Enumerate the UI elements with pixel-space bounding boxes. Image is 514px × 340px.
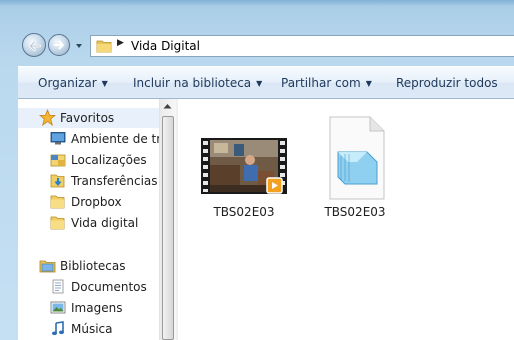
nav-libraries[interactable]: Bibliotecas <box>18 256 159 276</box>
nav-item-label: Ambiente de trab <box>71 132 159 146</box>
scroll-thumb[interactable] <box>162 116 174 340</box>
arrow-left-icon <box>29 40 42 52</box>
explorer-window: ▶ Vida Digital Organizar ▼ Incluir na bib… <box>0 0 514 340</box>
notepad-file-icon <box>329 116 385 200</box>
nav-item-music[interactable]: Música <box>18 319 159 339</box>
music-note-icon <box>52 321 64 336</box>
video-thumbnail-icon <box>201 138 287 194</box>
navigation-pane: Favoritos Ambiente de trab Localizações <box>18 99 159 340</box>
breadcrumb-separator-icon[interactable]: ▶ <box>117 38 124 48</box>
back-button[interactable] <box>22 33 46 57</box>
nav-item-vida-digital[interactable]: Vida digital <box>18 213 159 233</box>
library-icon <box>39 260 56 273</box>
nav-favorites-label: Favoritos <box>60 111 115 125</box>
share-with-label: Partilhar com <box>281 76 361 90</box>
nav-item-documents[interactable]: Documentos <box>18 277 159 297</box>
include-in-library-label: Incluir na biblioteca <box>133 76 252 90</box>
file-item-text[interactable]: TBS02E03 <box>305 109 405 219</box>
nav-favorites[interactable]: Favoritos <box>18 108 159 128</box>
nav-item-label: Música <box>71 322 113 336</box>
nav-item-desktop[interactable]: Ambiente de trab <box>18 129 159 149</box>
nav-item-pictures[interactable]: Imagens <box>18 298 159 318</box>
nav-item-locations[interactable]: Localizações <box>18 150 159 170</box>
nav-item-label: Vida digital <box>71 216 139 230</box>
arrow-right-icon <box>53 40 64 50</box>
organize-label: Organizar <box>38 76 97 90</box>
nav-libraries-label: Bibliotecas <box>60 259 126 273</box>
nav-item-label: Transferências <box>71 174 158 188</box>
play-all-button[interactable]: Reproduzir todos <box>396 76 498 90</box>
scroll-up-arrow-icon[interactable] <box>163 103 172 109</box>
share-with-button[interactable]: Partilhar com ▼ <box>281 76 372 90</box>
title-bar <box>0 0 514 6</box>
include-in-library-button[interactable]: Incluir na biblioteca ▼ <box>133 76 262 90</box>
folder-icon <box>96 40 112 53</box>
nav-item-downloads[interactable]: Transferências <box>18 171 159 191</box>
folder-icon <box>50 216 65 230</box>
chevron-down-icon: ▼ <box>101 79 108 88</box>
folder-icon <box>50 195 65 209</box>
organize-button[interactable]: Organizar ▼ <box>38 76 108 90</box>
downloads-folder-icon <box>50 174 65 188</box>
address-bar[interactable]: ▶ Vida Digital <box>90 35 514 57</box>
documents-icon <box>52 279 64 294</box>
recent-places-icon <box>50 154 66 167</box>
nav-item-label: Documentos <box>71 280 147 294</box>
chevron-down-icon: ▼ <box>256 79 263 88</box>
chevron-down-icon: ▼ <box>365 79 372 88</box>
nav-item-dropbox[interactable]: Dropbox <box>18 192 159 212</box>
nav-item-label: Imagens <box>71 301 123 315</box>
nav-item-label: Dropbox <box>71 195 122 209</box>
command-bar: Organizar ▼ Incluir na biblioteca ▼ Partil… <box>18 66 514 99</box>
pictures-icon <box>50 301 66 314</box>
file-name: TBS02E03 <box>324 205 386 219</box>
play-all-label: Reproduzir todos <box>396 76 498 90</box>
nav-pane-scrollbar[interactable] <box>159 99 176 340</box>
file-item-video[interactable]: TBS02E03 <box>194 109 294 219</box>
desktop-icon <box>50 132 66 145</box>
star-icon <box>39 109 56 126</box>
file-name: TBS02E03 <box>213 205 275 219</box>
chevron-down-icon[interactable] <box>74 41 84 51</box>
forward-button[interactable] <box>48 34 70 56</box>
breadcrumb-vida-digital[interactable]: Vida Digital <box>131 39 200 53</box>
file-list: TBS02E03 TBS02E03 <box>178 99 514 340</box>
navigation-bar: ▶ Vida Digital <box>0 33 514 65</box>
nav-item-label: Localizações <box>71 153 147 167</box>
content-area: Favoritos Ambiente de trab Localizações <box>18 99 514 340</box>
